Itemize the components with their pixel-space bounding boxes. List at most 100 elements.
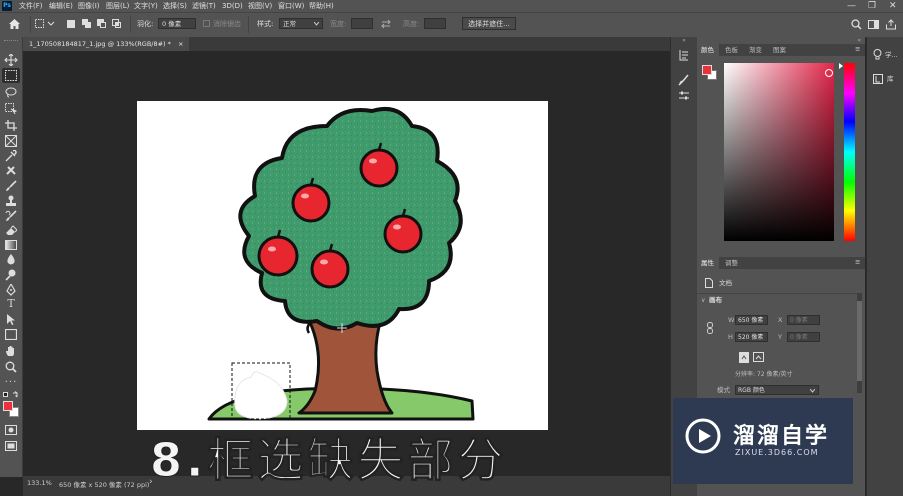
canvas-y-field[interactable]: 0 像素 xyxy=(787,332,820,342)
properties-scrollbar[interactable] xyxy=(857,293,862,393)
clone-stamp-tool-icon[interactable] xyxy=(5,195,17,207)
lasso-tool-icon[interactable] xyxy=(5,87,17,98)
path-selection-tool-icon[interactable] xyxy=(6,314,16,326)
picker-cursor[interactable] xyxy=(825,69,833,77)
foreground-color-swatch[interactable] xyxy=(3,401,13,411)
portrait-orientation-icon[interactable] xyxy=(739,352,749,363)
dodge-tool-icon[interactable] xyxy=(5,269,17,281)
adjustments-icon[interactable] xyxy=(678,90,690,102)
link-dimensions-icon[interactable] xyxy=(707,322,713,334)
canvas-workspace[interactable] xyxy=(23,51,670,476)
options-bar: 羽化: 0 像素 消除锯齿 样式: 正常 宽度: 高度: 选择并遮住... xyxy=(0,12,903,38)
properties-panel-tabs: 属性 调整 ≡ xyxy=(697,257,865,269)
menu-window[interactable]: 窗口(W) xyxy=(278,1,304,11)
menu-help[interactable]: 帮助(H) xyxy=(309,1,334,11)
blur-tool-icon[interactable] xyxy=(5,254,17,266)
new-selection-icon[interactable] xyxy=(67,20,75,28)
gradient-tool-icon[interactable] xyxy=(5,240,17,250)
pen-tool-icon[interactable] xyxy=(5,284,17,296)
properties-menu-icon[interactable]: ≡ xyxy=(855,256,860,268)
landscape-orientation-icon[interactable] xyxy=(753,352,764,362)
document-tab[interactable]: 1_170508184817_1.jpg @ 133%(RGB/8#) * × xyxy=(23,37,190,51)
workspace-icon[interactable] xyxy=(868,19,879,30)
home-icon[interactable] xyxy=(8,18,21,30)
panel-foreground-swatch[interactable] xyxy=(702,65,712,75)
toolbar-grip[interactable] xyxy=(4,40,18,43)
menu-edit[interactable]: 编辑(E) xyxy=(49,1,73,11)
canvas-width-field[interactable]: 650 像素 xyxy=(735,315,768,325)
close-tab-icon[interactable]: × xyxy=(178,40,183,48)
more-tools-icon[interactable]: ··· xyxy=(3,376,19,390)
menu-file[interactable]: 文件(F) xyxy=(19,1,43,11)
rectangle-tool-icon[interactable] xyxy=(5,329,17,340)
feather-input[interactable]: 0 像素 xyxy=(158,18,196,29)
tab-adjustments[interactable]: 调整 xyxy=(725,257,738,269)
canvas-height-field[interactable]: 520 像素 xyxy=(735,332,768,342)
quick-mask-icon[interactable] xyxy=(5,425,17,435)
zoom-tool-icon[interactable] xyxy=(5,361,17,373)
menu-view[interactable]: 视图(V) xyxy=(248,1,272,11)
screen-mode-icon[interactable] xyxy=(5,441,17,451)
antialias-checkbox[interactable] xyxy=(203,20,210,27)
tab-patterns[interactable]: 图案 xyxy=(773,44,786,56)
panel-menu-icon[interactable]: ≡ xyxy=(855,43,860,55)
crop-tool-icon[interactable] xyxy=(5,120,17,131)
tab-swatches[interactable]: 色板 xyxy=(725,44,738,56)
far-right-panel-icons: 学... 库 xyxy=(866,37,903,496)
history-panel-icon[interactable] xyxy=(678,49,690,61)
history-brush-tool-icon[interactable] xyxy=(5,210,17,222)
libraries-panel-label[interactable]: 库 xyxy=(887,75,894,84)
frame-tool-icon[interactable] xyxy=(5,135,17,147)
search-icon[interactable] xyxy=(851,19,862,30)
collapse-panel-icon[interactable]: « xyxy=(697,37,865,44)
eraser-tool-icon[interactable] xyxy=(5,225,17,236)
rect-marquee-preset-icon[interactable] xyxy=(35,19,55,29)
restore-icon[interactable]: ❐ xyxy=(868,0,876,12)
height-input[interactable] xyxy=(424,18,446,29)
canvas-x-field[interactable]: 0 像素 xyxy=(787,315,820,325)
subtract-selection-icon[interactable] xyxy=(97,19,107,29)
brush-settings-icon[interactable] xyxy=(678,74,690,86)
mode-select-value: RGB 颜色 xyxy=(738,387,765,394)
type-tool-icon[interactable]: T xyxy=(3,297,19,311)
share-icon[interactable] xyxy=(885,19,897,30)
libraries-panel-icon[interactable] xyxy=(873,74,883,84)
hand-tool-icon[interactable] xyxy=(5,345,17,357)
menu-filter[interactable]: 滤镜(T) xyxy=(192,1,216,11)
document-canvas[interactable] xyxy=(137,101,548,430)
minimize-icon[interactable]: — xyxy=(847,0,856,12)
brush-tool-icon[interactable] xyxy=(5,180,17,192)
select-and-mask-button[interactable]: 选择并遮住... xyxy=(462,17,516,30)
swap-colors-icon[interactable] xyxy=(12,391,19,398)
swap-dimensions-icon[interactable] xyxy=(381,19,391,29)
hue-slider-handle[interactable] xyxy=(839,63,843,69)
width-input[interactable] xyxy=(351,18,373,29)
style-select[interactable]: 正常 xyxy=(279,18,323,29)
tab-gradients[interactable]: 渐变 xyxy=(749,44,762,56)
move-tool-icon[interactable] xyxy=(4,54,18,66)
eyedropper-tool-icon[interactable] xyxy=(5,150,17,162)
tab-properties[interactable]: 属性 xyxy=(701,257,714,269)
collapse-arrows-icon[interactable]: « xyxy=(671,37,697,44)
learn-panel-label[interactable]: 学... xyxy=(885,51,898,60)
menu-3d[interactable]: 3D(D) xyxy=(222,1,243,11)
object-select-tool-icon[interactable] xyxy=(5,103,17,115)
learn-panel-icon[interactable] xyxy=(873,49,882,61)
mode-select[interactable]: RGB 颜色 xyxy=(735,385,819,395)
tab-color[interactable]: 颜色 xyxy=(701,44,714,56)
hue-slider[interactable] xyxy=(844,63,855,241)
canvas-section-chevron-icon[interactable]: ∨ xyxy=(701,296,705,305)
zoom-level[interactable]: 133.1% xyxy=(27,479,52,487)
menu-image[interactable]: 图像(I) xyxy=(78,1,100,11)
healing-brush-tool-icon[interactable] xyxy=(5,165,17,177)
add-selection-icon[interactable] xyxy=(82,19,92,29)
menu-layer[interactable]: 图层(L) xyxy=(106,1,129,11)
intersect-selection-icon[interactable] xyxy=(112,19,122,29)
menu-type[interactable]: 文字(Y) xyxy=(134,1,158,11)
menu-select[interactable]: 选择(S) xyxy=(163,1,187,11)
rectangular-marquee-tool-icon[interactable] xyxy=(5,70,17,81)
watermark-url: ZIXUE.3D66.COM xyxy=(735,448,819,457)
default-colors-icon[interactable] xyxy=(3,392,8,397)
close-window-icon[interactable]: ✕ xyxy=(889,0,897,12)
color-picker-field[interactable] xyxy=(724,63,834,241)
